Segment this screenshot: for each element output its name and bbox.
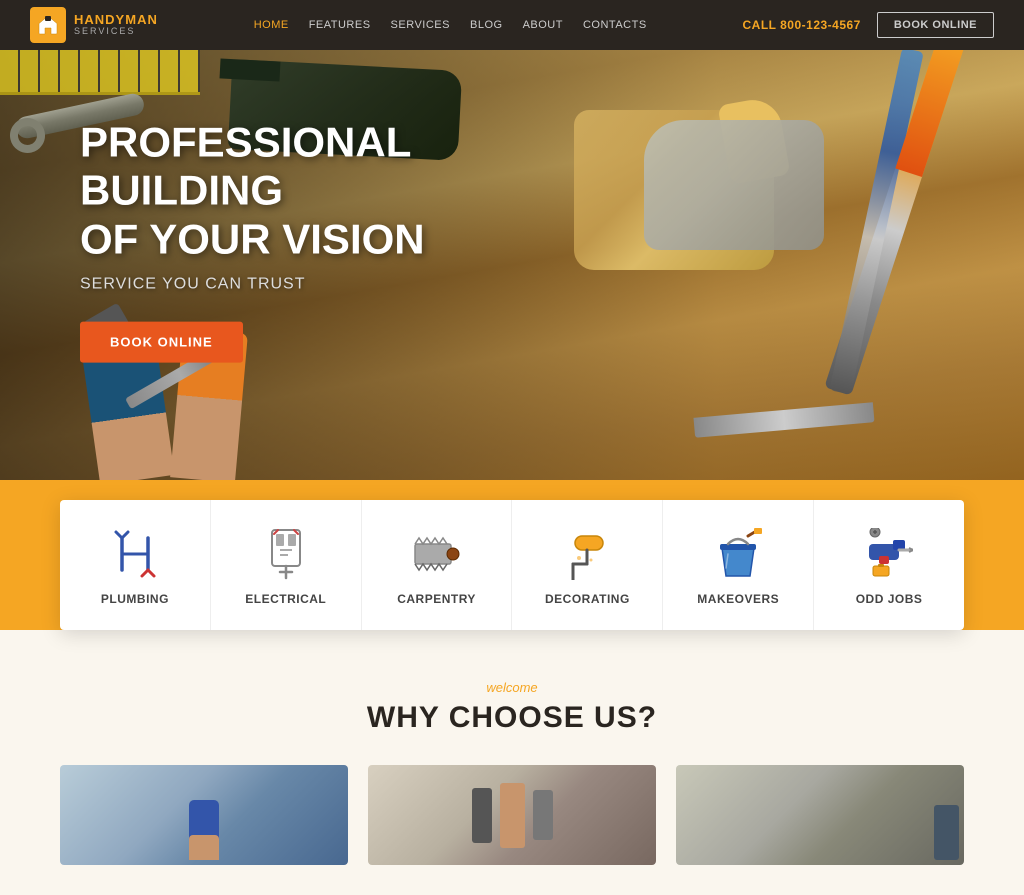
electrical-icon [260,528,312,580]
hero-content: PROFESSIONAL BUILDING OF YOUR VISION SER… [80,119,580,363]
service-item-makeovers[interactable]: MAKEOVERS [663,500,814,630]
main-nav: HOME FEATURES SERVICES BLOG ABOUT CONTAC… [254,19,647,31]
why-welcome: welcome [0,680,1024,695]
why-image-3 [676,765,964,865]
why-title: WHY CHOOSE US? [0,701,1024,735]
decorating-icon [561,528,613,580]
makeovers-label: MAKEOVERS [697,592,779,606]
nav-blog[interactable]: BLOG [470,19,503,31]
book-online-button-header[interactable]: BOOK ONLINE [877,12,994,38]
nav-about[interactable]: ABOUT [523,19,563,31]
carpentry-label: CARPENTRY [397,592,476,606]
services-strip: PLUMBING ELECTRICAL [0,480,1024,630]
header-right: CALL 800-123-4567 BOOK ONLINE [743,12,994,38]
phone-number: 800-123-4567 [780,18,861,32]
call-label: CALL [743,18,777,32]
logo-icon [30,7,66,43]
nav-features[interactable]: FEATURES [309,19,371,31]
logo-brand: HANDYMAN [74,13,158,27]
hero-section: PROFESSIONAL BUILDING OF YOUR VISION SER… [0,50,1024,480]
service-item-decorating[interactable]: DECORATING [512,500,663,630]
service-item-plumbing[interactable]: PLUMBING [60,500,211,630]
plumbing-label: PLUMBING [101,592,169,606]
decorating-label: DECORATING [545,592,630,606]
hero-title: PROFESSIONAL BUILDING OF YOUR VISION [80,119,580,264]
book-online-button-hero[interactable]: BOOK ONLINE [80,322,243,363]
nav-home[interactable]: HOME [254,19,289,31]
hero-subtitle: SERVICE YOU CAN TRUST [80,276,580,294]
why-images [0,765,1024,865]
why-image-2 [368,765,656,865]
carpentry-icon [411,528,463,580]
plumbing-icon [109,528,161,580]
logo-text: HANDYMAN SERVICES [74,13,158,37]
call-info: CALL 800-123-4567 [743,18,861,32]
makeovers-icon [712,528,764,580]
logo[interactable]: HANDYMAN SERVICES [30,7,158,43]
nav-contacts[interactable]: CONTACTS [583,19,647,31]
why-section: welcome WHY CHOOSE US? [0,630,1024,895]
services-card: PLUMBING ELECTRICAL [60,500,964,630]
oddjobs-label: ODD JOBS [856,592,923,606]
service-item-carpentry[interactable]: CARPENTRY [362,500,513,630]
service-item-electrical[interactable]: ELECTRICAL [211,500,362,630]
electrical-label: ELECTRICAL [245,592,326,606]
main-header: HANDYMAN SERVICES HOME FEATURES SERVICES… [0,0,1024,50]
logo-tagline: SERVICES [74,27,158,37]
why-image-1 [60,765,348,865]
nav-services[interactable]: SERVICES [391,19,450,31]
oddjobs-icon [863,528,915,580]
service-item-oddjobs[interactable]: ODD JOBS [814,500,964,630]
